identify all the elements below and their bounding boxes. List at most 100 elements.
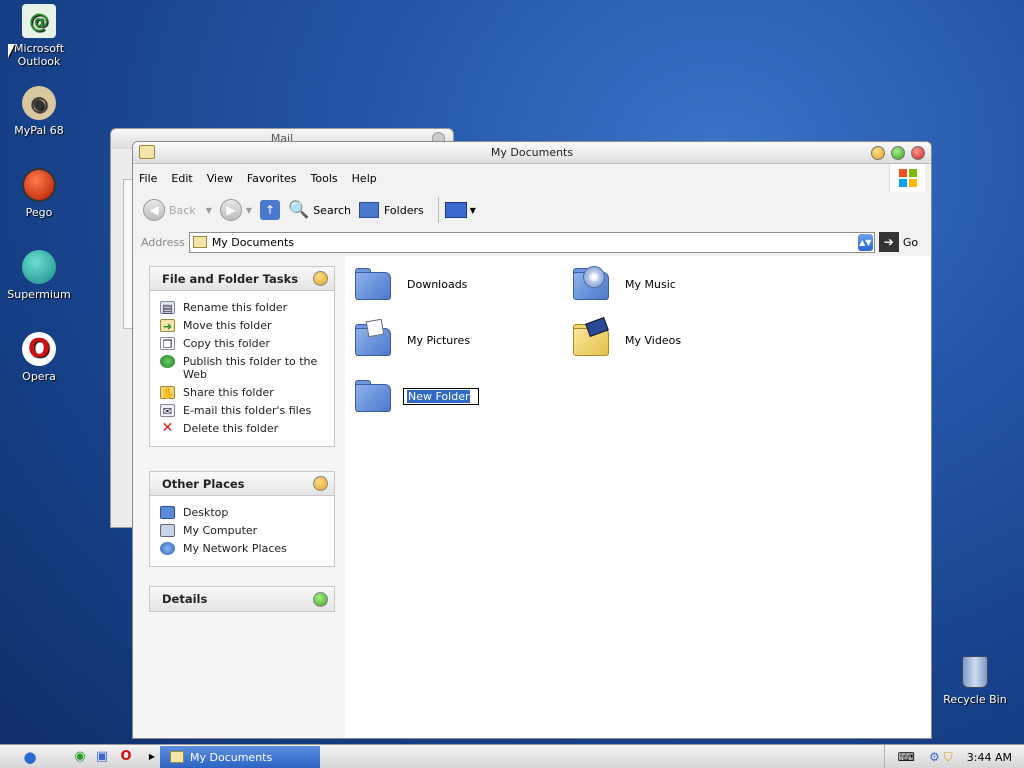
collapse-icon[interactable] [313,476,328,491]
desktop-icon-opera[interactable]: O Opera [1,332,77,383]
folder-label: Downloads [407,277,468,291]
desktop-icon-pego[interactable]: Pego [1,168,77,219]
task-label: Move this folder [183,319,272,332]
views-icon [444,202,467,218]
search-button[interactable]: 🔍 Search [288,200,351,220]
panel-header[interactable]: File and Folder Tasks [150,267,334,291]
search-label: Search [313,203,351,217]
menu-tools[interactable]: Tools [311,172,338,185]
menu-help[interactable]: Help [352,172,377,185]
network-tray-icon[interactable]: ⚙ [929,750,940,764]
recycle-bin-icon [962,656,988,688]
folder-item-my-music[interactable]: My Music [571,264,676,304]
quicklaunch-opera-icon[interactable]: O [118,749,134,765]
rename-input[interactable]: New Folder [403,387,479,405]
content-area: File and Folder Tasks ▤ Rename this folde… [133,256,931,738]
panel-header[interactable]: Details [150,587,334,611]
title-bar[interactable]: My Documents [133,142,931,164]
mouse-cursor-icon [8,44,15,58]
go-button[interactable]: ➔ Go [878,232,919,252]
taskbar-item-label: My Documents [190,750,273,764]
pictures-folder-icon [353,318,393,360]
desktop-icon-mypal[interactable]: ◉ MyPal 68 [1,86,77,137]
back-button[interactable]: ◀ Back ▼ [143,199,212,221]
desktop-icon-supermium[interactable]: Supermium [1,250,77,301]
menu-file[interactable]: File [139,172,157,185]
folder-item-my-videos[interactable]: My Videos [571,317,682,360]
panel-title: File and Folder Tasks [162,271,299,286]
details-panel: Details [149,586,335,612]
task-label: Rename this folder [183,301,288,314]
forward-button[interactable]: ▶ ▼ [219,199,252,221]
computer-icon [160,524,175,537]
menu-favorites[interactable]: Favorites [247,172,297,185]
minimize-icon[interactable] [871,146,885,160]
close-icon[interactable] [911,146,925,160]
desktop-icon-recycle-bin[interactable]: Recycle Bin [940,656,1010,706]
task-label: E-mail this folder's files [183,404,312,417]
task-copy-folder[interactable]: ❐ Copy this folder [160,337,334,351]
chevron-right-icon[interactable]: ▶ [144,749,160,765]
chevron-down-icon[interactable]: ▲▼ [857,233,873,251]
windows-logo-icon [889,164,925,192]
task-rename-folder[interactable]: ▤ Rename this folder [160,301,334,315]
collapse-icon[interactable] [313,271,328,286]
panel-header[interactable]: Other Places [150,472,334,496]
folder-icon [353,376,393,416]
address-field[interactable]: My Documents ▲▼ [188,231,875,253]
task-label: Publish this folder to the Web [183,355,318,381]
toolbar-separator [437,197,439,223]
address-label: Address [141,235,185,249]
folders-button[interactable]: Folders [359,202,424,218]
pego-icon [22,168,56,202]
task-delete-folder[interactable]: ✕ Delete this folder [160,421,334,435]
place-network[interactable]: My Network Places [160,542,334,555]
quicklaunch-supermium-icon[interactable]: ◉ [72,749,88,765]
back-label: Back [169,203,196,217]
place-desktop[interactable]: Desktop [160,506,334,519]
menu-edit[interactable]: Edit [171,172,192,185]
search-icon: 🔍 [288,200,310,220]
folder-item-downloads[interactable]: Downloads [353,264,467,304]
mypal-icon: ◉ [22,86,56,120]
music-folder-icon [571,264,611,304]
expand-icon[interactable] [313,591,328,607]
address-value: My Documents [211,235,295,249]
share-icon: ✋ [160,386,175,400]
keyboard-icon[interactable]: ⌨ [898,750,915,764]
folder-label: My Videos [625,333,682,347]
security-shield-icon[interactable]: ⛉ [944,750,953,765]
desktop-icon [160,506,175,519]
place-my-computer[interactable]: My Computer [160,524,334,537]
desktop-icon-outlook[interactable]: @ Microsoft Outlook [1,4,77,68]
task-move-folder[interactable]: ➜ Move this folder [160,319,334,333]
views-button[interactable]: ▼ [444,202,476,218]
folder-icon [192,236,207,248]
maximize-icon[interactable] [891,146,905,160]
network-icon [160,542,175,555]
start-button-icon[interactable]: ● [22,749,38,765]
panel-title: Details [162,592,208,606]
quicklaunch-desktop-icon[interactable]: ▣ [94,749,110,765]
copy-icon: ❐ [160,337,175,351]
folder-item-new-folder[interactable]: New Folder [353,376,479,416]
desktop-icon-label: Opera [22,370,56,383]
taskbar-item-my-documents[interactable]: My Documents [160,746,320,768]
toolbar: ◀ Back ▼ ▶ ▼ ↑ 🔍 Search Folders ▼ [133,192,931,228]
chevron-down-icon[interactable]: ▼ [246,206,252,215]
file-folder-tasks-panel: File and Folder Tasks ▤ Rename this folde… [149,266,335,447]
task-email-files[interactable]: ✉ E-mail this folder's files [160,404,334,418]
menu-view[interactable]: View [207,172,233,185]
go-arrow-icon: ➔ [878,232,899,252]
task-share-folder[interactable]: ✋ Share this folder [160,386,334,400]
explorer-window[interactable]: My Documents File Edit View Favorites To… [132,141,932,739]
task-label: Delete this folder [183,422,279,435]
up-folder-button[interactable]: ↑ [260,200,281,220]
task-publish-folder[interactable]: Publish this folder to the Web [160,355,334,381]
videos-folder-icon [571,317,611,360]
chevron-down-icon[interactable]: ▼ [206,206,212,215]
folder-item-my-pictures[interactable]: My Pictures [353,318,470,360]
folder-view[interactable]: Downloads My Music My Pictures My Videos… [349,256,931,738]
go-label: Go [902,235,919,249]
clock[interactable]: 3:44 AM [967,751,1012,764]
